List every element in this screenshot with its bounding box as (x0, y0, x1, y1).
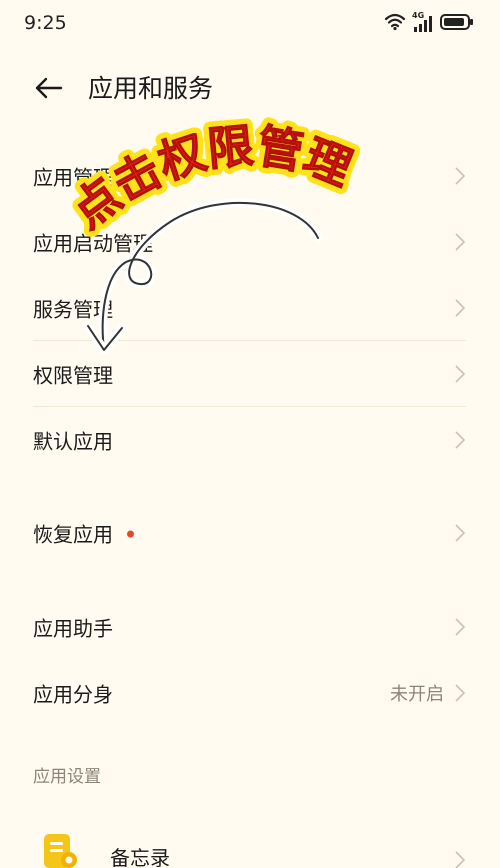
menu-item-label: 恢复应用 (33, 522, 113, 547)
status-bar: 9:25 4G (0, 0, 500, 48)
chevron-right-icon (455, 167, 466, 185)
chevron-right-icon (455, 365, 466, 383)
app-item-memo[interactable]: 备忘录 (0, 820, 500, 868)
menu-item-label-wrap: 恢复应用 (33, 519, 134, 548)
wifi-icon (384, 13, 406, 35)
status-time: 9:25 (24, 12, 67, 34)
chevron-right-icon (455, 524, 466, 542)
chevron-right-icon (455, 618, 466, 636)
notification-dot (127, 530, 134, 538)
header: 应用和服务 (0, 58, 500, 120)
app-clone-status: 未开启 (390, 684, 444, 705)
menu-item-app-assistant[interactable]: 应用助手 (0, 594, 500, 660)
memo-app-icon (42, 834, 78, 868)
menu-item-default-apps[interactable]: 默认应用 (0, 407, 500, 473)
network-label: 4G (412, 11, 425, 20)
menu-item-restore-apps[interactable]: 恢复应用 (0, 500, 500, 566)
battery-icon (440, 13, 474, 35)
menu-item-app-clone[interactable]: 应用分身 未开启 (0, 660, 500, 726)
menu-item-label: 服务管理 (33, 297, 113, 322)
page-title: 应用和服务 (88, 74, 214, 103)
menu-item-app-startup-management[interactable]: 应用启动管理 (0, 209, 500, 275)
section-header-app-settings: 应用设置 (33, 767, 101, 787)
menu-item-label: 应用助手 (33, 616, 113, 641)
back-button[interactable] (30, 72, 66, 108)
menu-item-label: 应用分身 (33, 682, 113, 707)
menu-item-label: 默认应用 (33, 429, 113, 454)
menu-item-label: 应用启动管理 (33, 231, 153, 256)
menu-item-permission-management[interactable]: 权限管理 (0, 341, 500, 407)
signal-icon: 4G (412, 11, 434, 34)
chevron-right-icon (455, 299, 466, 317)
arrow-left-icon (33, 76, 63, 104)
chevron-right-icon (455, 684, 466, 702)
chevron-right-icon (455, 233, 466, 251)
chevron-right-icon (455, 851, 466, 868)
chevron-right-icon (455, 431, 466, 449)
app-item-label: 备忘录 (110, 846, 170, 868)
menu-item-label: 应用管理 (33, 165, 113, 190)
menu-item-label: 权限管理 (33, 363, 113, 388)
status-icons: 4G (384, 11, 474, 35)
menu-item-app-management[interactable]: 应用管理 (0, 143, 500, 209)
menu-item-service-management[interactable]: 服务管理 (0, 275, 500, 341)
